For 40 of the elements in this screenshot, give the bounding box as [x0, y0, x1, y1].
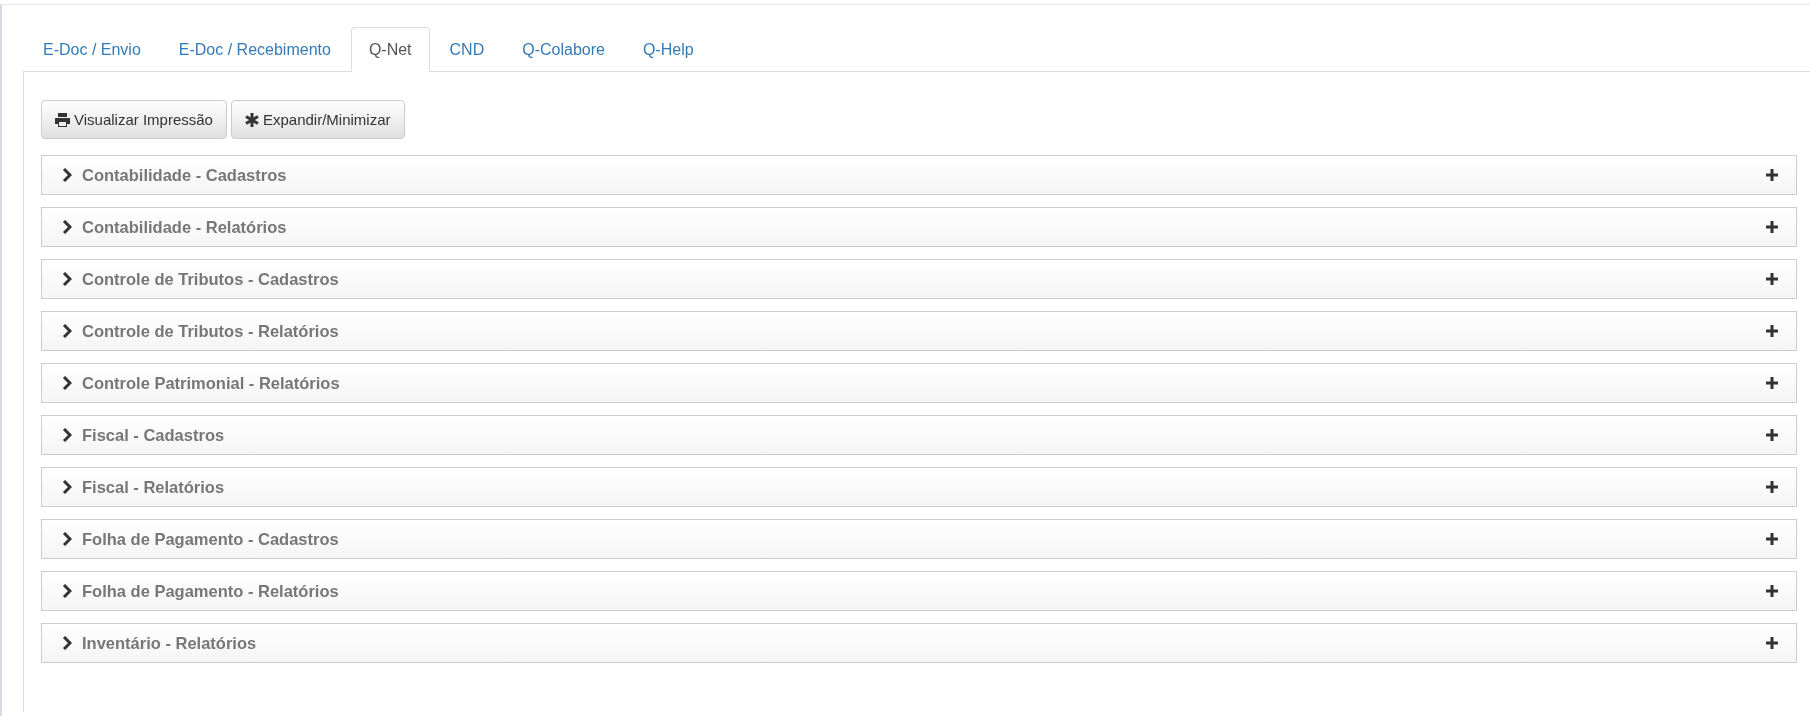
plus-icon[interactable] [1766, 481, 1778, 493]
accordion-header[interactable]: Folha de Pagamento - Relatórios [41, 571, 1797, 611]
panel-title: Fiscal - Cadastros [82, 425, 226, 445]
accordion-header[interactable]: Controle Patrimonial - Relatórios [41, 363, 1797, 403]
plus-icon[interactable] [1766, 325, 1778, 337]
panel-title: Controle de Tributos - Cadastros [82, 269, 340, 289]
panel-title: Controle Patrimonial - Relatórios [82, 373, 341, 393]
plus-icon[interactable] [1766, 429, 1778, 441]
panel-title: Fiscal - Relatórios [82, 477, 226, 497]
plus-icon[interactable] [1766, 221, 1778, 233]
plus-icon[interactable] [1766, 533, 1778, 545]
accordion-header[interactable]: Contabilidade - Cadastros [41, 155, 1797, 195]
panel-title: Inventário - Relatórios [82, 633, 258, 653]
accordion-header[interactable]: Contabilidade - Relatórios [41, 207, 1797, 247]
printer-icon [55, 112, 70, 127]
plus-icon[interactable] [1766, 377, 1778, 389]
accordion-header[interactable]: Fiscal - Relatórios [41, 467, 1797, 507]
asterisk-icon [244, 112, 259, 127]
plus-icon[interactable] [1766, 273, 1778, 285]
accordion-header[interactable]: Fiscal - Cadastros [41, 415, 1797, 455]
print-button[interactable]: Visualizar Impressão [41, 100, 227, 139]
panel-title: Controle de Tributos - Relatórios [82, 321, 340, 341]
panel-title: Contabilidade - Cadastros [82, 165, 288, 185]
panel-title: Folha de Pagamento - Cadastros [82, 529, 340, 549]
accordion-header[interactable]: Controle de Tributos - Cadastros [41, 259, 1797, 299]
panel-title: Folha de Pagamento - Relatórios [82, 581, 340, 601]
accordion-header[interactable]: Folha de Pagamento - Cadastros [41, 519, 1797, 559]
plus-icon[interactable] [1766, 169, 1778, 181]
tab[interactable]: E-Doc / Envio [25, 27, 159, 72]
tab[interactable]: Q-Colabore [504, 27, 623, 72]
plus-icon[interactable] [1766, 585, 1778, 597]
tab[interactable]: E-Doc / Recebimento [160, 27, 349, 72]
tab[interactable]: Q-Net [350, 27, 430, 72]
plus-icon[interactable] [1766, 637, 1778, 649]
expand-collapse-button[interactable]: Expandir/Minimizar [230, 100, 405, 139]
panel-title: Contabilidade - Relatórios [82, 217, 288, 237]
tab[interactable]: Q-Help [624, 27, 712, 72]
accordion-header[interactable]: Inventário - Relatórios [41, 623, 1797, 663]
accordion-header[interactable]: Controle de Tributos - Relatórios [41, 311, 1797, 351]
tab[interactable]: CND [431, 27, 503, 72]
